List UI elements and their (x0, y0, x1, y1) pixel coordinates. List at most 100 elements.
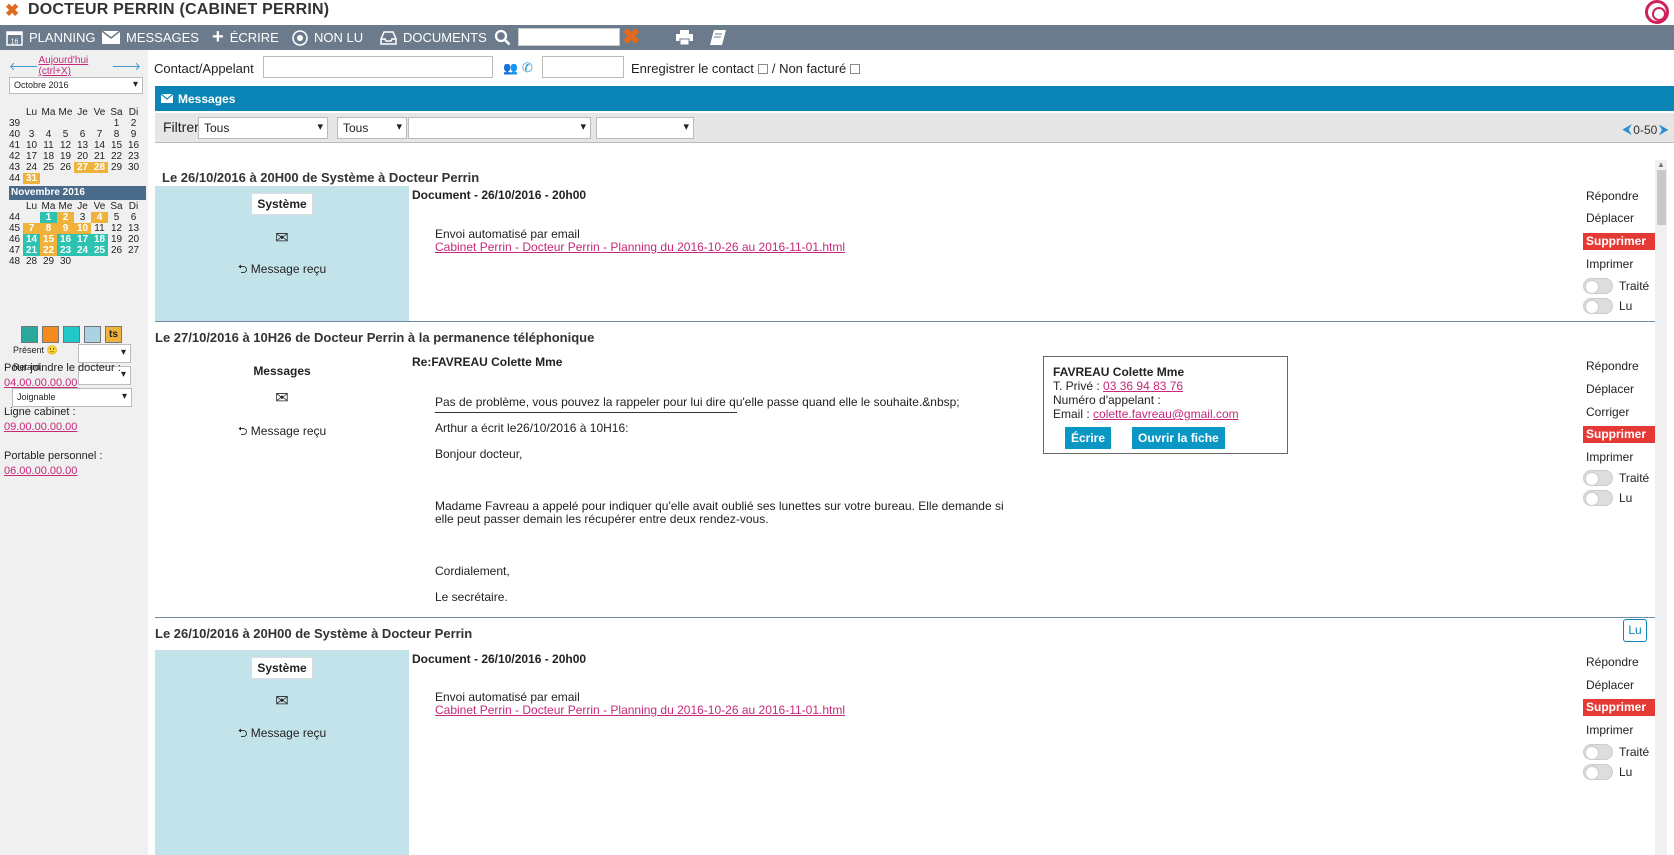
lu-toggle[interactable]: Lu (1583, 764, 1632, 780)
calendar-day[interactable]: 13 (74, 140, 91, 151)
ligne-cabinet-number[interactable]: 09.00.00.00.00 (4, 421, 77, 433)
calendar-day[interactable]: 23 (57, 245, 74, 256)
imprimer-action[interactable]: Imprimer (1583, 722, 1663, 739)
today-link[interactable]: Aujourd'hui (ctrl+X) (39, 55, 112, 77)
portable-number[interactable]: 06.00.00.00.00 (4, 465, 77, 477)
supprimer-button[interactable]: Supprimer (1583, 699, 1657, 716)
help-lifebuoy-icon[interactable] (1645, 0, 1669, 24)
calendar-day[interactable]: 19 (108, 234, 125, 245)
non-facture-checkbox[interactable] (850, 63, 861, 74)
register-contact-checkbox[interactable] (757, 63, 768, 74)
traite-toggle[interactable]: Traité (1583, 470, 1649, 486)
calendar-day[interactable]: 16 (125, 140, 142, 151)
next-month-arrow-icon[interactable]: 🡒 (112, 59, 142, 73)
calendar-day[interactable]: 17 (74, 234, 91, 245)
filter-select-2[interactable]: Tous (337, 117, 407, 139)
joignable-select[interactable]: Joignable (12, 388, 132, 407)
filter-select-1[interactable]: Tous (198, 117, 328, 139)
contacts-icon[interactable]: 👥 (503, 61, 518, 75)
calendar-day[interactable]: 18 (91, 234, 108, 245)
lu-toggle[interactable]: Lu (1583, 298, 1632, 314)
calendar-day[interactable]: 26 (57, 162, 74, 173)
calendar-day[interactable]: 15 (108, 140, 125, 151)
calendar-day[interactable]: 14 (91, 140, 108, 151)
imprimer-action[interactable]: Imprimer (1583, 449, 1663, 466)
calendar-day[interactable]: 10 (74, 223, 91, 234)
calendar-day[interactable]: 8 (40, 223, 57, 234)
search-icon[interactable] (494, 25, 511, 50)
ecrire-button[interactable]: Écrire (1065, 427, 1112, 449)
calendar-day[interactable]: 11 (40, 140, 57, 151)
legend-swatch[interactable]: ts (105, 326, 122, 343)
calendar-day[interactable]: 16 (57, 234, 74, 245)
deplacer-action[interactable]: Déplacer (1583, 210, 1663, 227)
calendar-day[interactable]: 20 (74, 151, 91, 162)
calendar-day[interactable]: 12 (57, 140, 74, 151)
scrollbar-thumb[interactable] (1657, 170, 1666, 225)
contact-email-link[interactable]: colette.favreau@gmail.com (1093, 407, 1239, 421)
calendar-day[interactable]: 22 (108, 151, 125, 162)
calendar-day[interactable]: 30 (125, 162, 142, 173)
calendar-day[interactable]: 25 (40, 162, 57, 173)
calendar-day[interactable]: 24 (23, 162, 40, 173)
supprimer-button[interactable]: Supprimer (1583, 426, 1657, 443)
calendar-day[interactable]: 25 (91, 245, 108, 256)
pour-joindre-number[interactable]: 04.00.00.00.00 (4, 377, 77, 389)
calendar-day[interactable]: 5 (57, 129, 74, 140)
calendar-day[interactable]: 6 (125, 212, 142, 223)
non-lu-button[interactable]: NON LU (292, 25, 363, 50)
calendar-day[interactable]: 6 (74, 129, 91, 140)
calendar-day[interactable]: 10 (23, 140, 40, 151)
legend-swatch[interactable] (84, 326, 101, 343)
ecrire-button[interactable]: + ÉCRIRE (212, 25, 279, 50)
calendar-day[interactable]: 24 (74, 245, 91, 256)
calendar-day[interactable]: 9 (125, 129, 142, 140)
calendar-day[interactable]: 15 (40, 234, 57, 245)
search-input[interactable] (518, 28, 620, 46)
legend-swatch[interactable] (42, 326, 59, 343)
phone-input[interactable] (542, 56, 624, 78)
documents-button[interactable]: DOCUMENTS (380, 25, 487, 50)
present-select[interactable] (78, 344, 131, 363)
calendar-day[interactable]: 29 (108, 162, 125, 173)
calendar-day[interactable]: 22 (40, 245, 57, 256)
attachment-link[interactable]: Cabinet Perrin - Docteur Perrin - Planni… (435, 703, 845, 717)
calendar-day[interactable]: 2 (57, 212, 74, 223)
messages-button[interactable]: MESSAGES (102, 25, 199, 50)
calendar-day[interactable]: 2 (125, 118, 142, 129)
traite-toggle[interactable]: Traité (1583, 278, 1649, 294)
scroll-up-icon[interactable]: ▲ (1657, 160, 1665, 169)
calendar-day[interactable]: 27 (74, 162, 91, 173)
calendar-day[interactable]: 1 (40, 212, 57, 223)
calendar-day[interactable]: 9 (57, 223, 74, 234)
calendar-day[interactable]: 21 (23, 245, 40, 256)
calendar-day[interactable]: 30 (57, 256, 74, 267)
calendar-day[interactable]: 13 (125, 223, 142, 234)
lu-toggle[interactable]: Lu (1583, 490, 1632, 506)
repondre-action[interactable]: Répondre (1583, 654, 1663, 671)
close-icon[interactable]: ✖ (5, 1, 19, 21)
calendar-day[interactable]: 3 (74, 212, 91, 223)
repondre-action[interactable]: Répondre (1583, 188, 1663, 205)
calendar-day[interactable]: 11 (91, 223, 108, 234)
ouvrir-fiche-button[interactable]: Ouvrir la fiche (1132, 427, 1225, 449)
clear-search-icon[interactable]: ✖ (622, 26, 640, 48)
calendar-day[interactable]: 29 (40, 256, 57, 267)
calendar-day[interactable]: 7 (23, 223, 40, 234)
legend-swatch[interactable] (21, 326, 38, 343)
calendar-day[interactable]: 28 (23, 256, 40, 267)
calendar-day[interactable]: 7 (91, 129, 108, 140)
mark-read-button[interactable]: Lu (1623, 619, 1647, 642)
calendar-day[interactable]: 12 (108, 223, 125, 234)
deplacer-action[interactable]: Déplacer (1583, 677, 1663, 694)
calendar-day[interactable]: 14 (23, 234, 40, 245)
legend-swatch[interactable] (63, 326, 80, 343)
calendar-day[interactable]: 20 (125, 234, 142, 245)
calendar-day[interactable]: 31 (23, 173, 40, 184)
traite-toggle[interactable]: Traité (1583, 744, 1649, 760)
calendar-day[interactable]: 19 (57, 151, 74, 162)
calendar-day[interactable]: 5 (108, 212, 125, 223)
calendar-day[interactable]: 4 (40, 129, 57, 140)
attachment-link[interactable]: Cabinet Perrin - Docteur Perrin - Planni… (435, 240, 845, 254)
book-icon[interactable] (710, 25, 726, 50)
